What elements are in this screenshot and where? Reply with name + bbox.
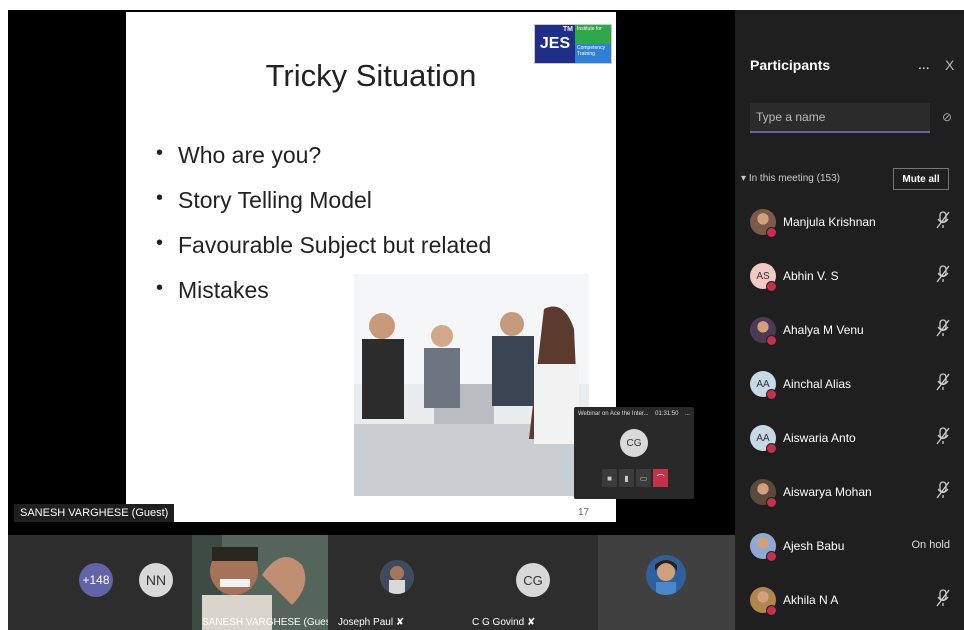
participant-row[interactable]: AA Aiswaria Anto <box>735 416 964 470</box>
participant-name: Ainchal Alias <box>783 377 852 391</box>
mini-window-more[interactable]: ... <box>685 411 690 417</box>
microphone-muted-icon[interactable] <box>936 211 950 229</box>
participant-avatar <box>646 555 686 595</box>
participant-name: Akhila N A <box>783 593 839 607</box>
status-indicator <box>766 335 777 346</box>
video-tile-name: SANESH VARGHESE (Guest) <box>202 617 328 628</box>
microphone-muted-icon: ✘ <box>527 617 536 628</box>
teams-meeting-window: JES TM Institute for Competency Training … <box>8 10 964 630</box>
more-options-button[interactable]: ... <box>918 56 930 72</box>
mini-window-controls: ■ ▮ ▭ ⌒ <box>602 469 668 487</box>
video-tile-name: C G Govind ✘ <box>472 617 536 628</box>
in-meeting-section-header[interactable]: ▾ In this meeting (153) <box>741 173 840 184</box>
logo-trademark: TM <box>562 26 573 33</box>
microphone-muted-icon[interactable] <box>936 427 950 445</box>
interview-photo <box>354 274 589 496</box>
microphone-muted-icon[interactable] <box>936 481 950 499</box>
video-tile-cg[interactable]: CG C G Govind ✘ <box>468 535 598 630</box>
participant-name: Ahalya M Venu <box>783 323 864 337</box>
participant-row[interactable]: Aiswarya Mohan <box>735 470 964 524</box>
video-tile-name: Joseph Paul ✘ <box>338 617 405 628</box>
participant-name: Ajesh Babu <box>783 539 845 553</box>
mini-window-avatar: CG <box>620 429 648 457</box>
close-panel-button[interactable]: X <box>945 57 954 73</box>
participant-row[interactable]: Ajesh Babu On hold <box>735 524 964 578</box>
camera-icon[interactable]: ■ <box>602 469 617 487</box>
slide-page-number: 17 <box>578 507 590 518</box>
participant-name: Aiswarya Mohan <box>783 485 872 499</box>
hang-up-icon[interactable]: ⌒ <box>653 469 668 487</box>
participant-name: Abhin V. S <box>783 269 839 283</box>
more-participants-button[interactable]: +148 <box>79 563 113 597</box>
participants-panel: Participants ... X ⊘ ▾ In this meeting (… <box>735 10 964 630</box>
status-indicator <box>766 605 777 616</box>
bullet-item: • Story Telling Model <box>156 187 372 213</box>
video-gallery-strip: +148 NN SANESH VARGHESE (Guest) Joseph P… <box>8 535 735 630</box>
participant-row[interactable]: Ahalya M Venu <box>735 308 964 362</box>
video-tile-sanesh[interactable]: SANESH VARGHESE (Guest) <box>192 535 328 630</box>
mute-all-button[interactable]: Mute all <box>893 168 949 190</box>
bullet-item: • Favourable Subject but related <box>156 232 492 258</box>
status-indicator <box>766 281 777 292</box>
status-indicator <box>766 443 777 454</box>
panel-title: Participants <box>750 57 831 73</box>
video-tile-participant[interactable] <box>598 535 735 630</box>
participant-row[interactable]: AS Abhin V. S <box>735 254 964 308</box>
microphone-icon[interactable]: ▮ <box>619 469 634 487</box>
participant-status: On hold <box>911 539 950 551</box>
participant-avatar-cg: CG <box>516 563 550 597</box>
video-tile-joseph[interactable]: Joseph Paul ✘ <box>328 535 468 630</box>
shared-content-stage: JES TM Institute for Competency Training … <box>8 10 735 535</box>
participant-row[interactable]: AA Ainchal Alias <box>735 362 964 416</box>
status-indicator <box>766 551 777 562</box>
logo-text: JES <box>539 35 571 52</box>
microphone-muted-icon[interactable] <box>936 589 950 607</box>
presentation-slide: JES TM Institute for Competency Training … <box>126 12 616 522</box>
participant-row[interactable]: Akhila N A <box>735 578 964 630</box>
microphone-muted-icon: ✘ <box>395 617 405 628</box>
microphone-muted-icon[interactable] <box>936 265 950 283</box>
presenter-name-label: SANESH VARGHESE (Guest) <box>14 504 175 522</box>
mini-window-title-bar: Webinar on Ace the Inter... 01:31:50 ... <box>578 411 690 417</box>
bullet-item: • Who are you? <box>156 142 322 168</box>
participant-name: Manjula Krishnan <box>783 215 876 229</box>
microphone-muted-icon[interactable] <box>936 319 950 337</box>
presenter-video <box>192 535 328 630</box>
logo-line-1: Institute for <box>575 25 611 44</box>
participant-search-input[interactable] <box>750 103 930 133</box>
status-indicator <box>766 497 777 508</box>
chevron-down-icon: ▾ <box>741 173 747 184</box>
status-indicator <box>766 389 777 400</box>
participant-name: Aiswaria Anto <box>783 431 856 445</box>
mini-window-time: 01:31:50 <box>655 411 679 417</box>
participant-avatar-nn[interactable]: NN <box>139 563 173 597</box>
share-invite-icon[interactable]: ⊘ <box>942 110 952 124</box>
participant-avatar <box>380 560 414 594</box>
status-indicator <box>766 227 777 238</box>
slide-title: Tricky Situation <box>265 58 477 93</box>
share-screen-icon[interactable]: ▭ <box>636 469 651 487</box>
microphone-muted-icon[interactable] <box>936 373 950 391</box>
participant-row[interactable]: Manjula Krishnan <box>735 200 964 254</box>
mini-window-title: Webinar on Ace the Inter... <box>578 411 649 417</box>
meeting-mini-window[interactable]: Webinar on Ace the Inter... 01:31:50 ...… <box>574 407 694 499</box>
